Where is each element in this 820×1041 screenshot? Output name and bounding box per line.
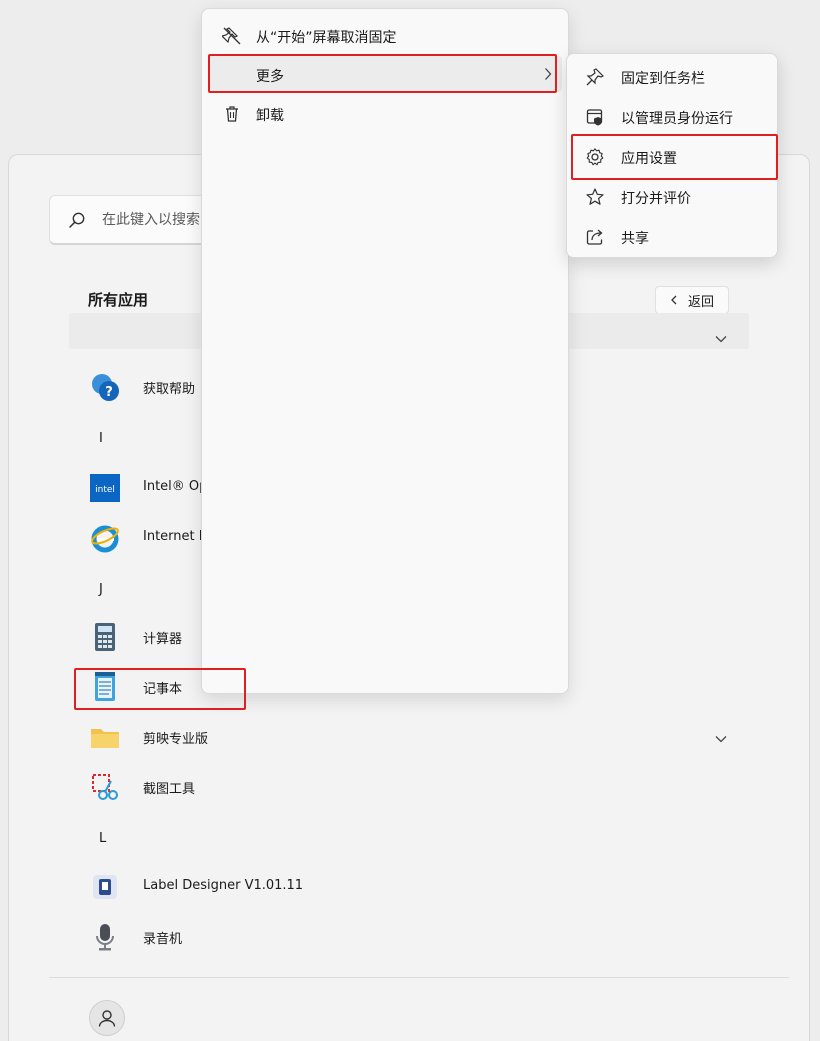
list-item[interactable]: 录音机	[85, 917, 585, 957]
menu-item-label: 应用设置	[621, 151, 677, 167]
app-label: 录音机	[143, 932, 183, 947]
more-item[interactable]: 更多	[208, 56, 562, 92]
trash-icon	[222, 104, 242, 124]
calculator-icon	[89, 621, 121, 653]
menu-item-label: 固定到任务栏	[621, 71, 705, 87]
app-label: 剪映专业版	[143, 732, 209, 747]
uninstall-item[interactable]: 卸载	[208, 95, 562, 131]
menu-item-label: 以管理员身份运行	[621, 111, 733, 127]
section-letter-i[interactable]: I	[99, 431, 103, 446]
rate-and-review-item[interactable]: 打分并评价	[571, 178, 775, 214]
internet-explorer-icon	[89, 522, 121, 554]
svg-text:intel: intel	[95, 485, 115, 495]
context-menu: 从“开始”屏幕取消固定 更多 卸载	[201, 8, 569, 694]
list-item[interactable]: Label Designer V1.01.11	[85, 867, 585, 907]
menu-item-label: 打分并评价	[621, 191, 691, 207]
app-label: Label Designer V1.01.11	[143, 878, 304, 893]
menu-item-label: 共享	[621, 231, 649, 247]
search-icon	[68, 211, 86, 229]
chevron-down-icon[interactable]	[715, 335, 727, 343]
app-label: 获取帮助	[143, 382, 196, 397]
gear-icon	[585, 147, 605, 167]
avatar[interactable]	[89, 1000, 125, 1036]
svg-text:?: ?	[105, 385, 113, 400]
all-apps-title: 所有应用	[88, 291, 149, 309]
notepad-icon	[89, 671, 121, 703]
list-item[interactable]: 截图工具	[85, 767, 585, 807]
run-as-admin-item[interactable]: 以管理员身份运行	[571, 98, 775, 134]
share-icon	[585, 227, 605, 247]
app-settings-item[interactable]: 应用设置	[571, 138, 775, 174]
intel-icon: intel	[89, 472, 121, 504]
chevron-down-icon[interactable]	[715, 735, 727, 743]
app-label: 记事本	[143, 682, 183, 697]
label-designer-icon	[89, 871, 121, 903]
footer-divider	[49, 977, 789, 978]
menu-item-label: 卸载	[256, 108, 284, 124]
pin-to-taskbar-item[interactable]: 固定到任务栏	[571, 58, 775, 94]
folder-icon	[89, 721, 121, 753]
star-icon	[585, 187, 605, 207]
section-letter-j[interactable]: J	[99, 582, 103, 597]
list-item[interactable]: 剪映专业版	[85, 717, 585, 757]
get-help-icon: ?	[89, 371, 121, 403]
voice-recorder-icon	[89, 921, 121, 953]
chevron-left-icon	[670, 295, 678, 305]
menu-item-label: 从“开始”屏幕取消固定	[256, 30, 397, 46]
unpin-from-start-item[interactable]: 从“开始”屏幕取消固定	[208, 17, 562, 53]
share-item[interactable]: 共享	[571, 218, 775, 254]
section-letter-l[interactable]: L	[99, 831, 106, 846]
app-label: 计算器	[143, 632, 183, 647]
unpin-icon	[222, 26, 242, 46]
app-label: 截图工具	[143, 782, 196, 797]
admin-shield-icon	[585, 107, 605, 127]
back-button[interactable]: 返回	[655, 286, 729, 314]
user-icon	[97, 1008, 117, 1028]
pin-icon	[585, 67, 605, 87]
menu-item-label: 更多	[256, 69, 284, 85]
back-button-label: 返回	[687, 294, 714, 310]
chevron-right-icon	[544, 67, 552, 81]
snipping-tool-icon	[89, 771, 121, 803]
more-submenu: 固定到任务栏 以管理员身份运行 应用设置 打分并评价 共享	[566, 53, 778, 258]
